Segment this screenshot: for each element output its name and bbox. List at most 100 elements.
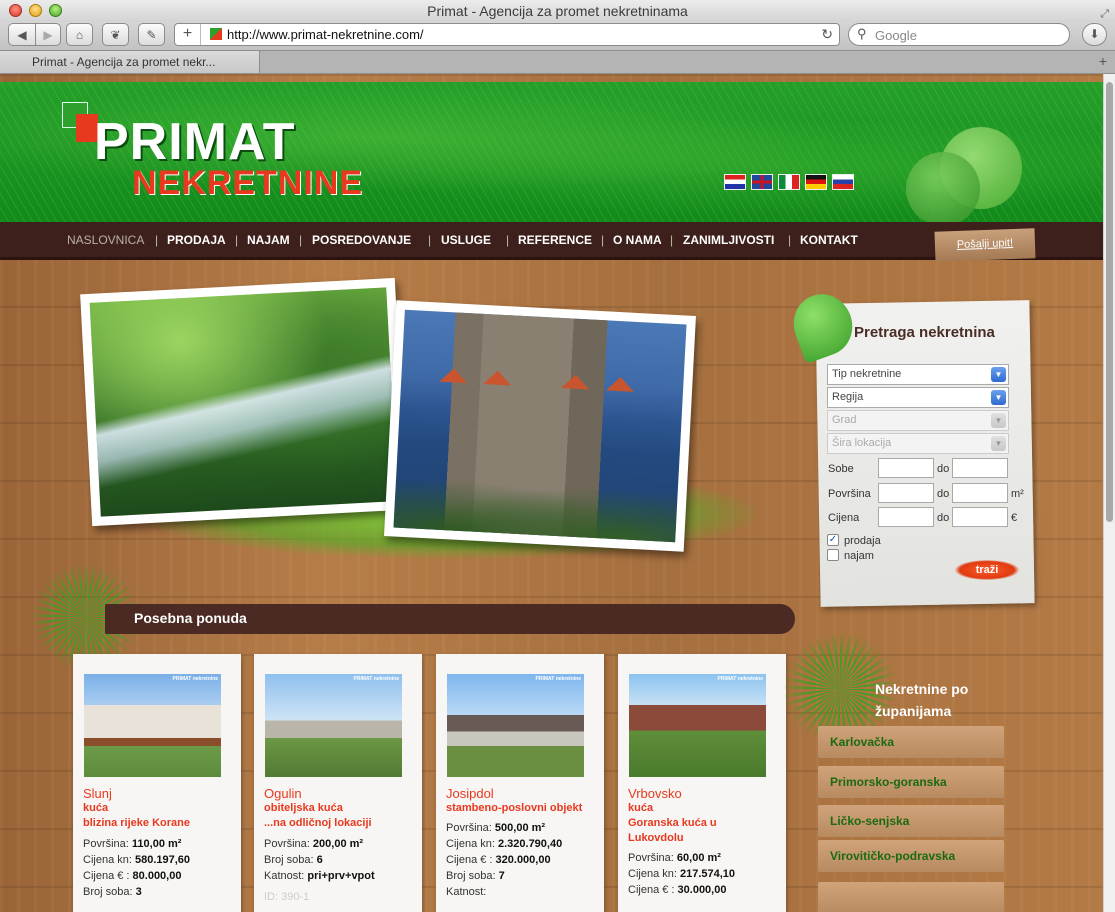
card-line: Katnost: pri+prv+vpot bbox=[264, 870, 375, 882]
edit-button[interactable]: ✎ bbox=[138, 23, 165, 46]
forward-button[interactable]: ▶ bbox=[35, 23, 61, 46]
add-bookmark-icon[interactable]: + bbox=[175, 24, 201, 45]
card-type[interactable]: kuća Goranska kuća u Lukovdolu bbox=[628, 801, 748, 846]
property-photo[interactable]: PRIMAT nekretnine bbox=[447, 674, 584, 777]
select-value: Grad bbox=[832, 414, 857, 426]
price-to-input[interactable] bbox=[952, 507, 1008, 527]
property-photo[interactable]: PRIMAT nekretnine bbox=[629, 674, 766, 777]
card-line: Površina: 200,00 m² bbox=[264, 838, 363, 850]
wider-location-select[interactable]: Šira lokacija ▼ bbox=[827, 433, 1009, 454]
card-line: Broj soba: 6 bbox=[264, 854, 323, 866]
special-offer-title: Posebna ponuda bbox=[134, 610, 247, 626]
page-scrollbar[interactable] bbox=[1103, 74, 1115, 912]
minimize-window-button[interactable] bbox=[29, 4, 42, 17]
downloads-button[interactable]: ⬇ bbox=[1082, 23, 1107, 46]
nav-usluge[interactable]: USLUGE bbox=[441, 233, 491, 247]
rent-checkbox[interactable] bbox=[827, 549, 839, 561]
back-button[interactable]: ◀ bbox=[8, 23, 36, 46]
offer-card-josipdol[interactable]: PRIMAT nekretnine Josipdol stambeno-posl… bbox=[436, 654, 604, 912]
site-favicon-icon bbox=[210, 28, 222, 40]
bookmark-leaf-button[interactable]: ❦ bbox=[102, 23, 129, 46]
nav-reference[interactable]: REFERENCE bbox=[518, 233, 592, 247]
scrollbar-thumb[interactable] bbox=[1106, 82, 1113, 522]
region-select[interactable]: Regija ▼ bbox=[827, 387, 1009, 408]
property-type-select[interactable]: Tip nekretnine ▼ bbox=[827, 364, 1009, 385]
sale-checkbox[interactable]: ✓ bbox=[827, 534, 839, 546]
county-viroviticko-podravska[interactable]: Virovitičko-podravska bbox=[818, 840, 1004, 872]
chevron-down-icon: ▼ bbox=[991, 436, 1006, 451]
url-text[interactable]: http://www.primat-nekretnine.com/ bbox=[227, 27, 424, 42]
back-arrow-icon: ◀ bbox=[17, 27, 27, 42]
card-type[interactable]: kuća blizina rijeke Korane bbox=[83, 801, 243, 831]
nav-separator: | bbox=[235, 233, 239, 247]
to-label: do bbox=[937, 463, 950, 475]
de-flag-icon[interactable] bbox=[805, 174, 827, 190]
castle-roof bbox=[605, 376, 635, 392]
select-value: Regija bbox=[832, 391, 864, 403]
address-bar[interactable]: + http://www.primat-nekretnine.com/ ↻ bbox=[174, 23, 840, 46]
nav-prodaja[interactable]: PRODAJA bbox=[167, 233, 226, 247]
area-from-input[interactable] bbox=[878, 483, 934, 503]
reload-icon[interactable]: ↻ bbox=[821, 26, 833, 43]
offer-card-slunj[interactable]: PRIMAT nekretnine Slunj kuća blizina rij… bbox=[73, 654, 241, 912]
hero-photo-castle bbox=[384, 300, 696, 552]
property-photo[interactable]: PRIMAT nekretnine bbox=[265, 674, 402, 777]
browser-toolbar: ◀ ▶ ⌂ ❦ ✎ + http://www.primat-nekretnine… bbox=[0, 22, 1115, 50]
search-field[interactable]: ⚲ Google bbox=[848, 23, 1070, 46]
price-from-input[interactable] bbox=[878, 507, 934, 527]
hr-flag-icon[interactable] bbox=[724, 174, 746, 190]
new-tab-icon[interactable]: + bbox=[1099, 53, 1107, 69]
watermark-text: PRIMAT nekretnine bbox=[353, 676, 399, 682]
home-button[interactable]: ⌂ bbox=[66, 23, 93, 46]
county-primorsko-goranska[interactable]: Primorsko-goranska bbox=[818, 766, 1004, 798]
county-licko-senjska[interactable]: Ličko-senjska bbox=[818, 805, 1004, 837]
decorative-leaf-icon bbox=[906, 152, 980, 226]
nav-separator: | bbox=[299, 233, 303, 247]
property-photo[interactable]: PRIMAT nekretnine bbox=[84, 674, 221, 777]
rooms-from-input[interactable] bbox=[878, 458, 934, 478]
rooms-to-input[interactable] bbox=[952, 458, 1008, 478]
card-type[interactable]: obiteljska kuća ...na odličnoj lokaciji bbox=[264, 801, 424, 831]
line-label: Broj soba: bbox=[83, 886, 136, 898]
ru-flag-icon[interactable] bbox=[832, 174, 854, 190]
window-titlebar: Primat - Agencija za promet nekretninama… bbox=[0, 0, 1115, 22]
card-city[interactable]: Josipdol bbox=[446, 786, 494, 801]
card-line: Broj soba: 3 bbox=[83, 886, 142, 898]
line-label: Cijena kn: bbox=[83, 854, 135, 866]
nav-naslovnica[interactable]: NASLOVNICA bbox=[67, 233, 144, 247]
card-city[interactable]: Vrbovsko bbox=[628, 786, 682, 801]
line-value: 2.320.790,40 bbox=[497, 838, 563, 850]
area-to-input[interactable] bbox=[952, 483, 1008, 503]
card-line: Površina: 110,00 m² bbox=[83, 838, 181, 850]
nav-posredovanje[interactable]: POSREDOVANJE bbox=[312, 233, 411, 247]
offer-card-ogulin[interactable]: PRIMAT nekretnine Ogulin obiteljska kuća… bbox=[254, 654, 422, 912]
card-city[interactable]: Ogulin bbox=[264, 786, 302, 801]
line-value: 7 bbox=[498, 870, 505, 882]
card-city[interactable]: Slunj bbox=[83, 786, 112, 801]
nav-zanimljivosti[interactable]: ZANIMLJIVOSTI bbox=[683, 233, 774, 247]
card-type-text: kuća bbox=[83, 802, 109, 814]
county-karlovacka[interactable]: Karlovačka bbox=[818, 726, 1004, 758]
zoom-window-button[interactable] bbox=[49, 4, 62, 17]
line-value: 6 bbox=[316, 854, 323, 866]
close-window-button[interactable] bbox=[9, 4, 22, 17]
tab-primat[interactable]: Primat - Agencija za promet nekr... bbox=[0, 51, 260, 73]
line-label: Broj soba: bbox=[264, 854, 317, 866]
area-unit-label: m² bbox=[1011, 488, 1024, 500]
card-type[interactable]: stambeno-poslovni objekt bbox=[446, 801, 606, 816]
it-flag-icon[interactable] bbox=[778, 174, 800, 190]
search-submit-button[interactable]: traži bbox=[955, 560, 1019, 580]
nav-najam[interactable]: NAJAM bbox=[247, 233, 290, 247]
chevron-down-icon: ▼ bbox=[991, 413, 1006, 428]
price-label: Cijena bbox=[828, 512, 860, 524]
offer-card-vrbovsko[interactable]: PRIMAT nekretnine Vrbovsko kuća Goranska… bbox=[618, 654, 786, 912]
en-flag-icon[interactable] bbox=[751, 174, 773, 190]
city-select[interactable]: Grad ▼ bbox=[827, 410, 1009, 431]
site-logo[interactable]: PRIMAT NEKRETNINE bbox=[62, 102, 422, 202]
nav-separator: | bbox=[506, 233, 510, 247]
card-line: Cijena kn: 2.320.790,40 bbox=[446, 838, 562, 850]
nav-kontakt[interactable]: KONTAKT bbox=[800, 233, 858, 247]
county-next[interactable] bbox=[818, 882, 1004, 912]
nav-o-nama[interactable]: O NAMA bbox=[613, 233, 662, 247]
send-inquiry-link[interactable]: Pošalji upit! bbox=[934, 228, 1036, 262]
